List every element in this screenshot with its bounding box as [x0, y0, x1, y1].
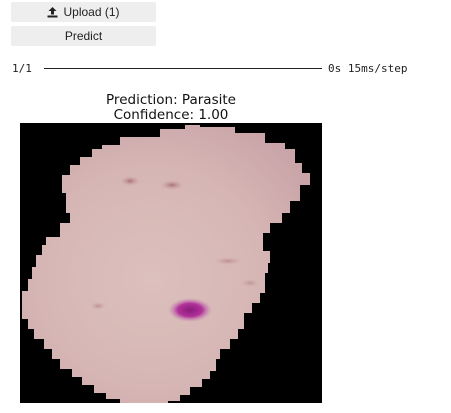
predict-button-label: Predict: [64, 29, 103, 43]
cell-spot: [160, 180, 184, 190]
confidence-label: Confidence: 1.00: [113, 107, 229, 123]
upload-button-label: Upload (1): [63, 5, 120, 19]
progress-line: 1/1 0s 15ms/step: [12, 60, 432, 76]
cell-spot: [240, 279, 260, 287]
upload-button[interactable]: Upload (1): [11, 2, 156, 22]
cell-spot: [120, 176, 140, 186]
upload-icon: [47, 6, 58, 18]
cell-image: [20, 123, 322, 403]
progress-step: 1/1: [12, 61, 32, 75]
predict-button[interactable]: Predict: [11, 26, 156, 46]
parasite-stain: [168, 298, 212, 322]
plot-title: Prediction: Parasite Confidence: 1.00: [20, 93, 322, 123]
cell-spot: [214, 257, 242, 265]
cell-spot: [90, 302, 106, 310]
prediction-label: Prediction: Parasite: [106, 92, 236, 108]
progress-bar: [44, 67, 322, 69]
progress-time: 0s 15ms/step: [328, 61, 408, 75]
